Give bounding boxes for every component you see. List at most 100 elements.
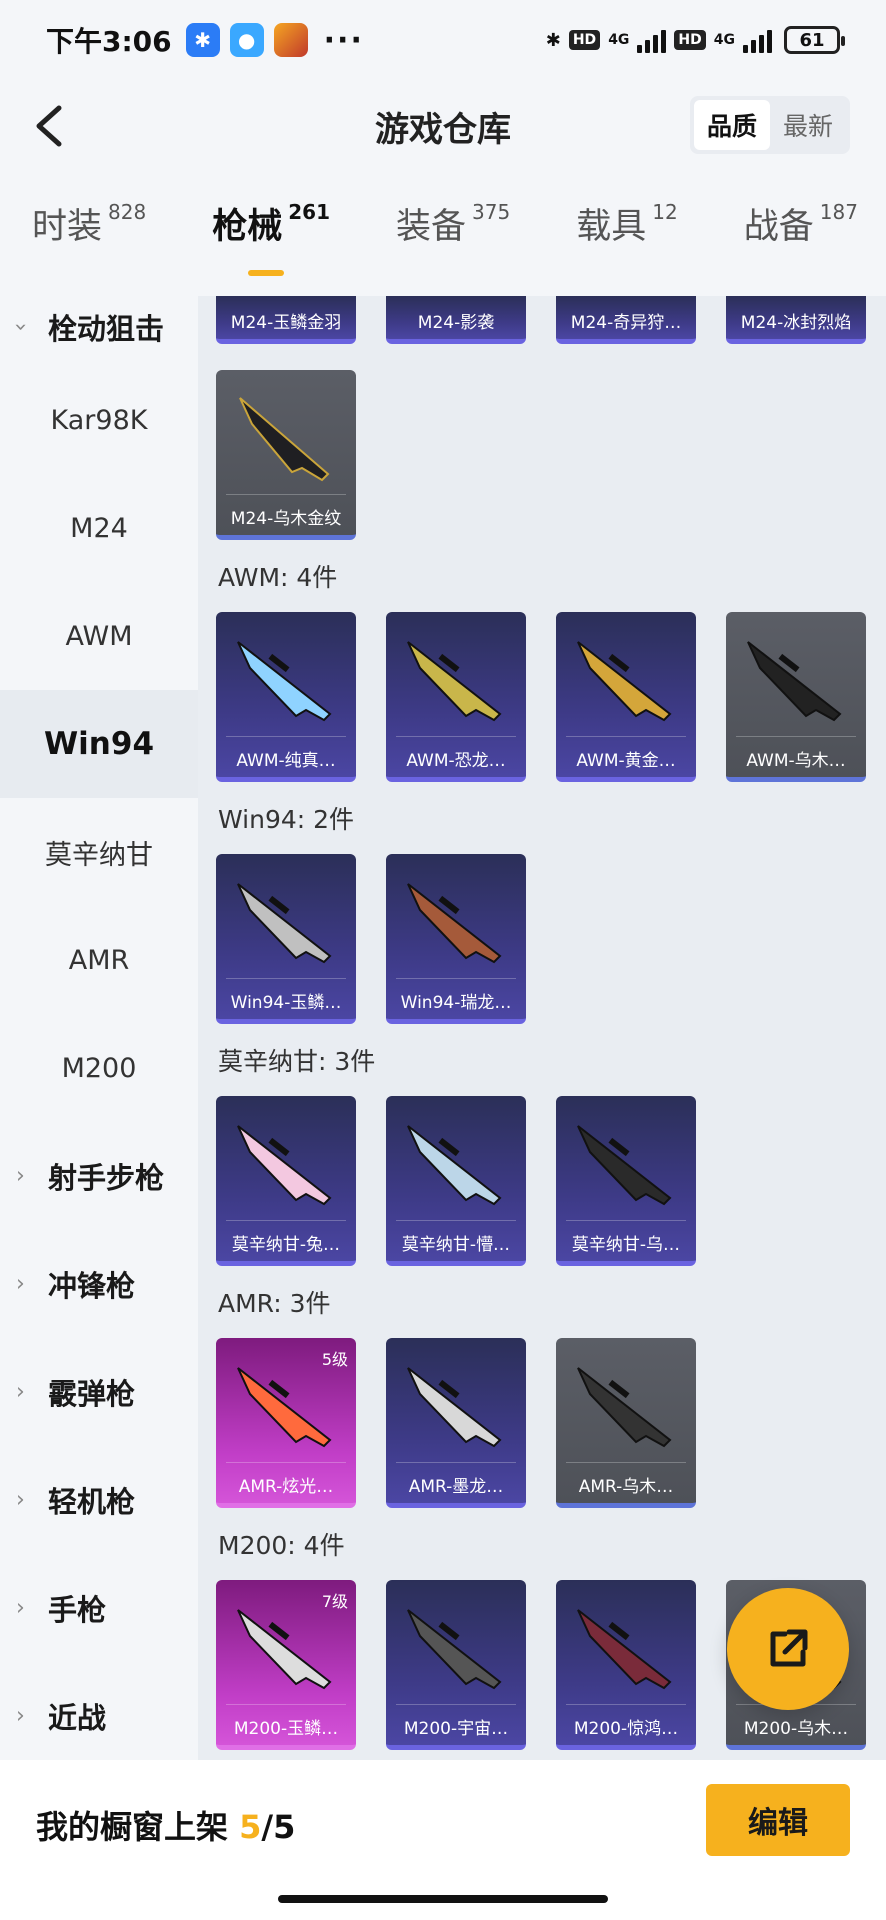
item-name: 莫辛纳甘-乌… — [571, 1235, 681, 1255]
sidebar-group-smg[interactable]: › 冲锋枪 — [0, 1230, 198, 1338]
shelf-status: 我的橱窗上架 5/5 — [36, 1802, 295, 1848]
section-title: Win94: 2件 — [218, 805, 355, 834]
grid-row: M24-乌木金纹 — [198, 370, 886, 540]
item-card[interactable]: AWM-纯真… — [216, 612, 356, 782]
rifle-icon — [747, 641, 842, 722]
hd-badge: HD — [674, 30, 706, 50]
sidebar-item-amr[interactable]: AMR — [0, 906, 198, 1014]
item-name: Win94-瑞龙… — [400, 993, 512, 1013]
tab-vehicles[interactable]: 载具 12 — [576, 198, 677, 249]
share-fab[interactable] — [727, 1588, 849, 1710]
tab-equipment[interactable]: 装备 375 — [396, 198, 510, 249]
item-card[interactable]: M24-奇异狩… — [556, 296, 696, 344]
sidebar-group-melee[interactable]: › 近战 — [0, 1662, 198, 1760]
sidebar-group-bolt-sniper[interactable]: › 栓动狙击 — [0, 296, 198, 358]
item-card[interactable]: Win94-玉鳞… — [216, 854, 356, 1024]
rifle-icon — [577, 1609, 672, 1690]
item-name: 莫辛纳甘-懵… — [401, 1235, 511, 1255]
section-title: AWM: 4件 — [218, 563, 338, 592]
tab-label: 枪械 — [212, 207, 283, 247]
sidebar-group-dmr[interactable]: › 射手步枪 — [0, 1122, 198, 1230]
sidebar-group-label: 手枪 — [48, 1593, 107, 1627]
item-card[interactable]: 7级 M200-玉鳞… — [216, 1580, 356, 1750]
chevron-right-icon: › — [16, 1379, 25, 1405]
sidebar-group-label: 霰弹枪 — [48, 1377, 136, 1411]
rifle-icon — [237, 883, 332, 964]
item-card[interactable]: AMR-乌木… — [556, 1338, 696, 1508]
sidebar-group-shotgun[interactable]: › 霰弹枪 — [0, 1338, 198, 1446]
item-card[interactable]: M24-冰封烈焰 — [726, 296, 866, 344]
item-name: M200-玉鳞… — [233, 1719, 339, 1739]
rifle-icon — [407, 1367, 502, 1448]
sidebar-item-kar98k[interactable]: Kar98K — [0, 366, 198, 474]
level-badge: 5级 — [321, 1350, 348, 1369]
item-card[interactable]: M200-宇宙… — [386, 1580, 526, 1750]
app-notification-icon: ● — [229, 23, 264, 57]
sidebar-item-mosin[interactable]: 莫辛纳甘 — [0, 798, 198, 906]
item-card[interactable]: M200-惊鸿… — [556, 1580, 696, 1750]
item-name: M24-奇异狩… — [570, 313, 682, 333]
tab-count: 261 — [288, 200, 330, 224]
sidebar-group-label: 栓动狙击 — [48, 312, 165, 346]
level-badge: 7级 — [321, 1592, 348, 1611]
item-name: M200-惊鸿… — [573, 1719, 679, 1739]
section-title: AMR: 3件 — [218, 1289, 331, 1318]
tab-supplies[interactable]: 战备 187 — [744, 198, 858, 249]
home-indicator[interactable] — [278, 1895, 608, 1903]
item-card[interactable]: AMR-墨龙… — [386, 1338, 526, 1508]
category-tabs: 时装 828 枪械 261 装备 375 载具 12 战备 187 — [0, 198, 886, 288]
tab-count: 12 — [652, 200, 678, 224]
sort-quality[interactable]: 品质 — [694, 100, 770, 150]
sort-toggle[interactable]: 品质 最新 — [690, 96, 850, 154]
sidebar-group-label: 射手步枪 — [48, 1161, 165, 1195]
rifle-icon — [407, 641, 502, 722]
tab-label: 战备 — [743, 207, 814, 247]
tab-count: 828 — [108, 200, 147, 224]
sidebar-item-awm[interactable]: AWM — [0, 582, 198, 690]
item-card[interactable]: 5级 AMR-炫光… — [216, 1338, 356, 1508]
tab-guns[interactable]: 枪械 261 — [212, 198, 330, 276]
sidebar-item-win94[interactable]: Win94 — [0, 690, 198, 798]
sidebar-item-m24[interactable]: M24 — [0, 474, 198, 582]
item-name: M24-影袭 — [417, 313, 495, 333]
edit-button[interactable]: 编辑 — [706, 1784, 850, 1856]
rifle-icon — [237, 1609, 332, 1690]
sort-newest[interactable]: 最新 — [770, 100, 846, 150]
network-label: 4G — [608, 32, 630, 48]
rifle-icon — [407, 883, 502, 964]
rifle-icon — [577, 641, 672, 722]
app-notification-icon — [273, 23, 308, 57]
sidebar-group-pistol[interactable]: › 手枪 — [0, 1554, 198, 1662]
sidebar: › 栓动狙击 Kar98K M24 AWM Win94 莫辛纳甘 AMR M20… — [0, 296, 198, 1760]
rifle-icon — [239, 397, 330, 482]
grid-row: 5级 AMR-炫光… AMR-墨龙… AMR-乌木… — [198, 1338, 886, 1508]
grid-row: AWM-纯真… AWM-恐龙… AWM-黄金… AWM-乌木… — [198, 612, 886, 782]
item-card[interactable]: AWM-乌木… — [726, 612, 866, 782]
rifle-icon — [237, 1367, 332, 1448]
sidebar-item-m200[interactable]: M200 — [0, 1014, 198, 1122]
sidebar-group-lmg[interactable]: › 轻机枪 — [0, 1446, 198, 1554]
item-name: Win94-玉鳞… — [230, 993, 342, 1013]
item-name: M24-冰封烈焰 — [740, 313, 852, 333]
rifle-icon — [407, 1125, 502, 1206]
tab-label: 载具 — [576, 207, 647, 247]
item-card[interactable]: 莫辛纳甘-懵… — [386, 1096, 526, 1266]
back-button[interactable] — [24, 102, 72, 150]
inventory-grid: M24-玉鳞金羽 M24-影袭 M24-奇异狩… M24-冰封烈焰 M24-乌木… — [198, 296, 886, 1760]
tab-count: 375 — [472, 200, 511, 224]
item-card[interactable]: M24-玉鳞金羽 — [216, 296, 356, 344]
item-card[interactable]: 莫辛纳甘-乌… — [556, 1096, 696, 1266]
item-name: AWM-恐龙… — [406, 751, 506, 771]
tab-fashion[interactable]: 时装 828 — [32, 198, 146, 249]
rifle-icon — [577, 1125, 672, 1206]
item-card[interactable]: M24-影袭 — [386, 296, 526, 344]
bluetooth-icon: ✱ — [545, 29, 561, 51]
item-card[interactable]: AWM-黄金… — [556, 612, 696, 782]
item-card[interactable]: 莫辛纳甘-兔… — [216, 1096, 356, 1266]
item-card[interactable]: Win94-瑞龙… — [386, 854, 526, 1024]
shelf-label: 我的橱窗上架 — [36, 1808, 240, 1846]
grid-row: 莫辛纳甘-兔… 莫辛纳甘-懵… 莫辛纳甘-乌… — [198, 1096, 886, 1266]
item-card[interactable]: M24-乌木金纹 — [216, 370, 356, 540]
item-card[interactable]: AWM-恐龙… — [386, 612, 526, 782]
grid-row: Win94-玉鳞… Win94-瑞龙… — [198, 854, 886, 1024]
